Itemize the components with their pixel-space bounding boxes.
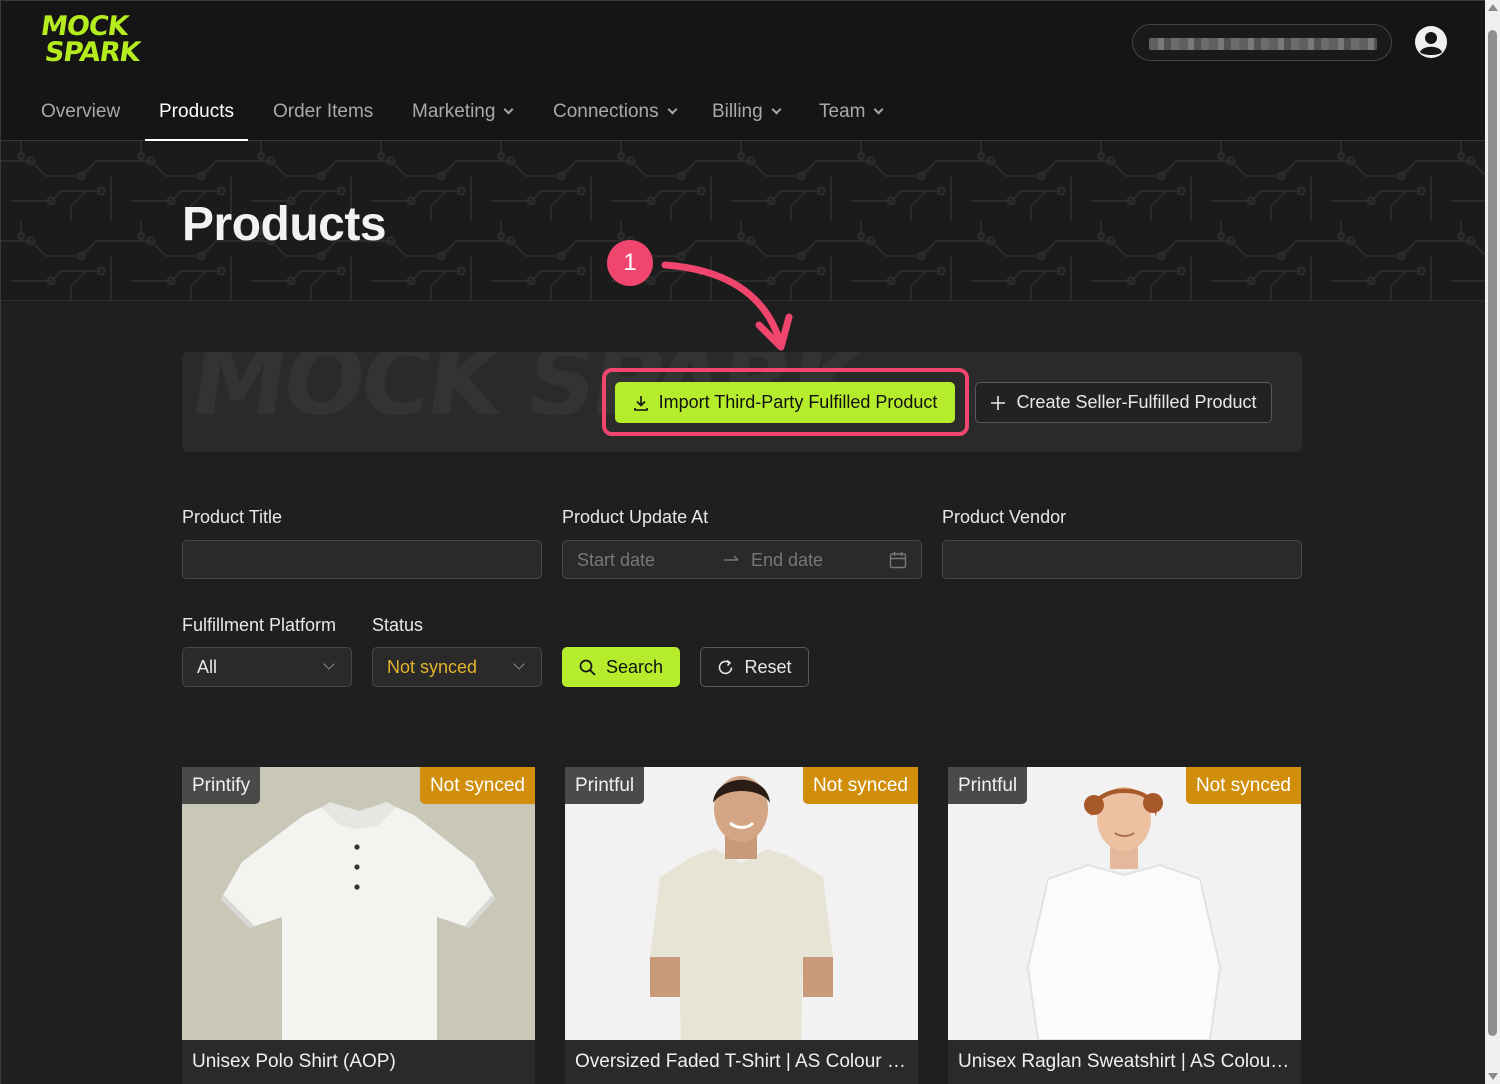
fulfillment-platform-value: All [197,657,218,677]
product-vendor-input[interactable] [942,540,1302,579]
import-button-label: Import Third-Party Fulfilled Product [658,392,938,412]
search-button[interactable]: Search [562,647,680,687]
logo-line-2: SPARK [42,37,142,68]
annotation-step-badge: 1 [607,240,653,286]
account-email-pill[interactable] [1132,24,1392,61]
user-avatar-icon[interactable] [1414,25,1448,59]
chevron-down-icon [323,658,335,670]
scroll-down-icon[interactable] [1488,1073,1498,1080]
search-button-label: Search [605,656,664,677]
status-label: Status [372,615,424,635]
main-nav: Overview Products Order Items Marketing … [1,87,1001,141]
browser-window: MOCK SPARK Overview Products Order Items… [0,0,1485,1084]
product-card[interactable]: Printful Not synced Unisex Raglan Sweats… [948,767,1301,1084]
nav-billing-label: Billing [712,101,763,122]
app-header: MOCK SPARK Overview Products Order Items… [1,1,1485,141]
fulfillment-platform-select[interactable]: All [182,647,352,687]
chevron-down-icon [513,658,525,670]
product-image-sweatshirt [948,767,1301,1040]
product-card[interactable]: Printify Not synced Unisex Polo Shirt (A… [182,767,535,1084]
status-badge: Not synced [1185,767,1301,804]
nav-connections[interactable]: Connections [553,87,678,141]
status-select[interactable]: Not synced [372,647,542,687]
platform-badge: Printful [948,767,1028,804]
annotation-arrow-icon [661,261,793,351]
date-range-picker[interactable]: Start date End date [562,540,922,579]
create-button-label: Create Seller-Fulfilled Product [1016,392,1257,412]
product-title[interactable]: Oversized Faded T-Shirt | AS Colour 5... [575,1051,910,1073]
nav-order-items-label: Order Items [273,101,374,122]
chevron-down-icon [667,104,678,115]
page-title: Products [182,198,387,251]
download-icon [633,395,648,411]
chevron-down-icon [771,104,782,115]
product-image-tshirt [565,767,918,1040]
nav-billing[interactable]: Billing [712,87,782,141]
arrow-right-icon [724,555,739,561]
platform-badge: Printful [565,767,645,804]
status-badge: Not synced [419,767,535,804]
create-seller-product-button[interactable]: Create Seller-Fulfilled Product [975,382,1272,423]
product-card[interactable]: Printful Not synced Oversized Faded T-Sh… [565,767,918,1084]
start-date-input[interactable]: Start date [577,550,655,571]
reset-button[interactable]: Reset [700,647,809,687]
nav-marketing[interactable]: Marketing [412,87,514,141]
mockspark-logo[interactable]: MOCK SPARK [39,11,149,71]
nav-products[interactable]: Products [145,87,248,141]
logo-line-1: MOCK [38,11,130,42]
redacted-email [1149,38,1377,50]
status-value: Not synced [387,657,478,677]
nav-overview-label: Overview [41,101,121,122]
fulfillment-platform-label: Fulfillment Platform [182,615,337,635]
reset-button-label: Reset [744,656,792,677]
product-title[interactable]: Unisex Polo Shirt (AOP) [192,1051,527,1073]
product-update-at-label: Product Update At [562,507,709,527]
scroll-thumb[interactable] [1488,30,1497,1036]
nav-connections-label: Connections [553,101,659,122]
chevron-down-icon [503,104,514,115]
nav-team-label: Team [819,101,866,122]
product-title[interactable]: Unisex Raglan Sweatshirt | AS Colour ... [958,1051,1293,1073]
end-date-input[interactable]: End date [751,550,823,571]
nav-overview[interactable]: Overview [41,87,120,141]
nav-products-label: Products [159,101,234,122]
product-title-input[interactable] [182,540,542,579]
status-badge: Not synced [802,767,918,804]
platform-badge: Printify [182,767,261,804]
nav-order-items[interactable]: Order Items [273,87,373,141]
scroll-up-icon[interactable] [1488,4,1498,11]
chevron-down-icon [874,104,884,115]
nav-marketing-label: Marketing [412,101,496,122]
product-vendor-label: Product Vendor [942,507,1067,527]
reload-icon [719,659,733,674]
product-title-label: Product Title [182,507,283,527]
search-icon [579,659,596,676]
calendar-icon [889,552,907,569]
page-scrollbar[interactable] [1485,0,1500,1084]
import-third-party-product-button[interactable]: Import Third-Party Fulfilled Product [615,382,955,423]
nav-team[interactable]: Team [819,87,884,141]
plus-icon [991,395,1006,410]
product-image-polo [182,767,535,1040]
